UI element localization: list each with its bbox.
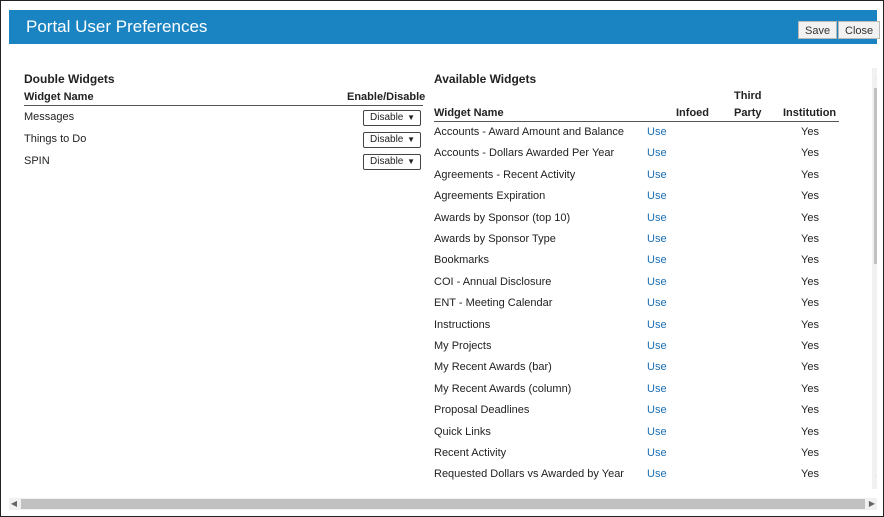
use-widget-link[interactable]: Use [647,168,667,182]
scroll-down-arrow-icon[interactable]: ▼ [872,471,877,485]
enable-disable-select[interactable]: Disable ▼ [363,110,421,126]
institution-value: Yes [801,297,819,310]
dialog-title: Portal User Preferences [26,17,208,36]
institution-value: Yes [801,211,819,224]
use-widget-link[interactable]: Use [647,275,667,289]
available-widget-name: Requested Dollars vs Awarded by Year [434,468,624,481]
institution-value: Yes [801,126,819,138]
institution-value: Yes [801,382,819,395]
available-widgets-title: Available Widgets [434,72,537,86]
available-widget-name: Accounts - Award Amount and Balance [434,126,624,138]
institution-value: Yes [801,447,819,459]
dialog-content: Double Widgets Widget Name Enable/Disabl… [9,44,877,489]
institution-value: Yes [801,404,819,417]
double-widgets-divider [24,105,423,106]
available-widget-name: My Recent Awards (column) [434,382,572,395]
use-widget-link[interactable]: Use [647,425,667,439]
available-widget-name: Recent Activity [434,447,507,459]
use-widget-link[interactable]: Use [647,446,667,460]
double-widgets-col-name: Widget Name [24,91,94,103]
use-widget-link[interactable]: Use [647,296,667,310]
available-widget-name: Accounts - Dollars Awarded Per Year [434,147,615,160]
available-widget-name: Bookmarks [434,254,490,267]
available-col-third-party-line2: Party [734,107,762,119]
save-button[interactable]: Save [798,21,838,39]
use-widget-link[interactable]: Use [647,211,667,225]
available-col-infoed: Infoed [676,107,709,119]
available-widget-name: Awards by Sponsor (top 10) [434,211,571,224]
available-widget-name: My Recent Awards (bar) [434,361,552,374]
double-widgets-col-enable: Enable/Disable [347,91,426,103]
available-col-institution: Institution [783,107,837,119]
use-widget-link[interactable]: Use [647,318,667,332]
available-widget-name: Proposal Deadlines [434,404,530,417]
use-widget-link[interactable]: Use [647,403,667,417]
use-widget-link[interactable]: Use [647,189,667,203]
dialog-window: Portal User Preferences Save Close Doubl… [0,0,884,517]
institution-value: Yes [801,254,819,267]
chevron-down-icon: ▼ [407,113,415,122]
available-widget-name: Agreements - Recent Activity [434,168,576,181]
available-widget-name: COI - Annual Disclosure [434,275,552,288]
available-col-third-party-line1: Third [734,90,762,102]
institution-value: Yes [801,233,819,245]
use-widget-link[interactable]: Use [647,360,667,374]
vertical-scroll-thumb[interactable] [874,88,877,264]
available-col-name: Widget Name [434,107,504,119]
use-widget-link[interactable]: Use [647,382,667,396]
select-value: Disable [370,134,404,145]
enable-disable-select[interactable]: Disable ▼ [363,154,421,170]
institution-value: Yes [801,275,819,288]
available-widget-name: ENT - Meeting Calendar [434,297,553,310]
vertical-scrollbar[interactable]: ▲ ▼ [872,68,877,489]
available-widget-name: Instructions [434,318,491,331]
select-value: Disable [370,112,404,123]
use-widget-link[interactable]: Use [647,467,667,481]
use-widget-link[interactable]: Use [647,232,667,246]
use-widget-link[interactable]: Use [647,146,667,160]
scroll-left-arrow-icon[interactable]: ◀ [9,498,19,510]
enable-disable-select[interactable]: Disable ▼ [363,132,421,148]
double-widget-name: Messages [24,111,75,123]
close-button[interactable]: Close [838,21,881,39]
double-widget-name: Things to Do [24,133,87,145]
dialog-title-bar: Portal User Preferences Save Close [9,10,881,44]
institution-value: Yes [801,190,819,203]
institution-value: Yes [801,468,819,481]
institution-value: Yes [801,340,819,352]
double-widget-name: SPIN [24,155,50,167]
use-widget-link[interactable]: Use [647,125,667,139]
use-widget-link[interactable]: Use [647,253,667,267]
available-widget-name: Quick Links [434,425,491,438]
available-widget-name: My Projects [434,340,492,352]
horizontal-scrollbar[interactable]: ◀ ▶ [9,498,877,510]
institution-value: Yes [801,168,819,181]
institution-value: Yes [801,361,819,374]
scroll-up-arrow-icon[interactable]: ▲ [872,70,877,84]
available-widget-name: Agreements Expiration [434,190,546,203]
chevron-down-icon: ▼ [407,135,415,144]
horizontal-scroll-thumb[interactable] [21,499,865,509]
scroll-right-arrow-icon[interactable]: ▶ [867,498,877,510]
double-widgets-title: Double Widgets [24,72,115,86]
use-widget-link[interactable]: Use [647,339,667,353]
institution-value: Yes [801,425,819,438]
available-widgets-divider [434,121,839,122]
institution-value: Yes [801,147,819,160]
institution-value: Yes [801,318,819,331]
chevron-down-icon: ▼ [407,157,415,166]
select-value: Disable [370,156,404,167]
available-widget-name: Awards by Sponsor Type [434,233,556,245]
